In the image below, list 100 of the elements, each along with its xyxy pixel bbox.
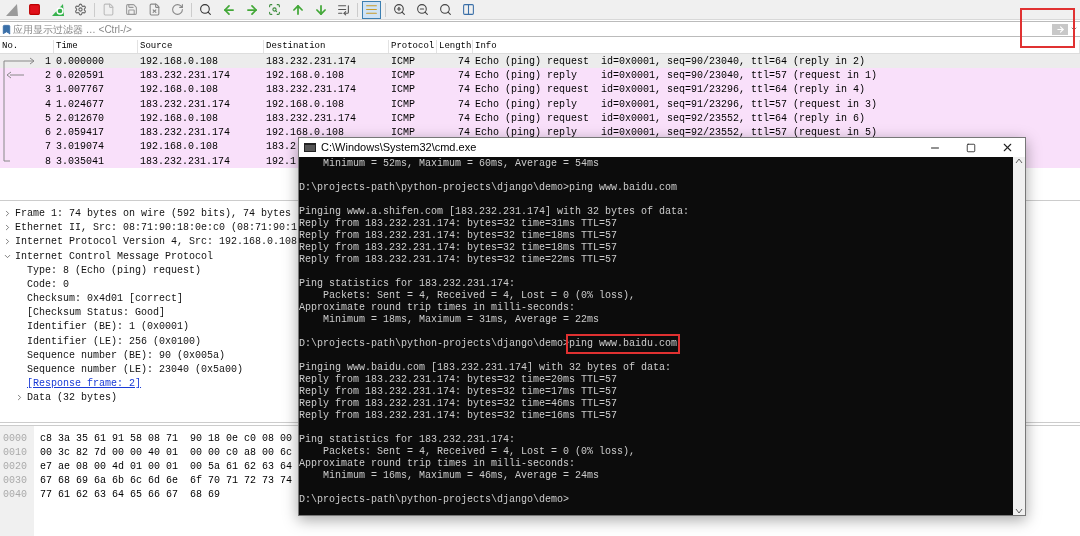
scroll-down-icon[interactable] xyxy=(1015,507,1023,515)
window-title: C:\Windows\System32\cmd.exe xyxy=(321,140,478,156)
console-line: Minimum = 16ms, Maximum = 46ms, Average = 24ms xyxy=(322,470,600,481)
packet-cell-text: Echo (ping) reply id=0x0001, seq=92/23552, ttl=57 (request in 5) xyxy=(475,126,878,141)
packet-cell-text: 74 xyxy=(458,54,470,69)
hex-offset: 0030 xyxy=(3,475,27,487)
console-line: Minimum = 18ms, Maximum = 31ms, Average = 22ms xyxy=(322,314,600,325)
packet-cell-text: ICMP xyxy=(391,126,415,141)
console-line: Approximate round trip times in milli-seconds: xyxy=(299,302,576,313)
packet-cell-text: Echo (ping) request id=0x0001, seq=92/23552, ttl=64 (reply in 6) xyxy=(475,111,866,126)
annotation-box xyxy=(1020,8,1075,48)
console-line: Reply from 183.232.231.174: bytes=32 time=46ms TTL=57 xyxy=(299,398,618,409)
packet-cell-text: 2 xyxy=(45,68,51,83)
console-line: Reply from 183.232.231.174: bytes=32 time=17ms TTL=57 xyxy=(299,386,618,397)
packet-cell-text: 74 xyxy=(458,68,470,83)
detail-line: Internet Control Message Protocol xyxy=(15,249,214,264)
packet-cell-text: ICMP xyxy=(391,68,415,83)
column-header[interactable]: Protocol xyxy=(391,39,435,54)
detail-line: [Checksum Status: Good] xyxy=(27,306,166,321)
packet-cell-text: 183.232.231.174 xyxy=(140,97,230,112)
console-line: Pinging www.a.shifen.com [183.232.231.174] with 32 bytes of data: xyxy=(299,206,690,217)
detail-line: Sequence number (LE): 23040 (0x5a00) xyxy=(27,363,244,378)
packet-cell-text: 192.168.0.108 xyxy=(266,68,344,83)
packet-cell-text: 7 xyxy=(45,140,51,155)
column-header[interactable]: Info xyxy=(475,39,497,54)
packet-row[interactable]: 2 0.020591 183.232.231.174 192.168.0.108 ICMP 74 Echo (ping) reply id=0x0001, seq=90/23040, ttl=57 (request in 1) xyxy=(0,68,1080,83)
packet-cell-text: Echo (ping) reply id=0x0001, seq=90/23040, ttl=57 (request in 1) xyxy=(475,68,878,83)
packet-cell-text: 183.232.231.174 xyxy=(140,68,230,83)
packet-cell-text: 183.2 xyxy=(266,140,296,155)
hex-bytes: e7 ae 08 00 4d 01 00 01 00 5a 61 62 63 64 xyxy=(40,461,293,473)
command-prompt: D:\projects-path\python-projects\django\demo> xyxy=(299,494,570,506)
packet-cell-text: 192.168.0.108 xyxy=(140,111,218,126)
response-frame-link[interactable]: [Response frame: 2] xyxy=(27,376,142,392)
expand-caret-icon[interactable] xyxy=(3,237,12,247)
hex-bytes: 00 3c 82 7d 00 00 40 01 00 00 c0 a8 00 6c xyxy=(40,447,293,459)
console-line: Minimum = 52ms, Maximum = 60ms, Average = 54ms xyxy=(322,158,600,169)
hex-bytes: 67 68 69 6a 6b 6c 6d 6e 6f 70 71 72 73 74 xyxy=(40,475,293,487)
packet-cell-text: 3.035041 xyxy=(56,154,104,169)
hex-bytes: 77 61 62 63 64 65 66 67 68 69 xyxy=(40,489,221,501)
packet-cell-text: 2.012670 xyxy=(56,111,104,126)
packet-cell-text: 74 xyxy=(458,83,470,98)
console-line: Ping statistics for 183.232.231.174: xyxy=(299,278,516,289)
column-header[interactable]: Source xyxy=(140,39,173,54)
hex-offset: 0000 xyxy=(3,433,27,445)
detail-line: Identifier (LE): 256 (0x0100) xyxy=(27,334,202,349)
hex-offset: 0020 xyxy=(3,461,27,473)
detail-line: Data (32 bytes) xyxy=(27,391,117,406)
packet-row[interactable]: 6 2.059417 183.232.231.174 192.168.0.108 ICMP 74 Echo (ping) reply id=0x0001, seq=92/23552, ttl=57 (request in 5) xyxy=(0,125,1080,140)
detail-line: Checksum: 0x4d01 [correct] xyxy=(27,292,184,307)
packet-row[interactable]: 1 0.000000 192.168.0.108 183.232.231.174 ICMP 74 Echo (ping) request id=0x0001, seq=90/23040, ttl=64 (reply in 2) xyxy=(0,54,1080,69)
expand-caret-icon[interactable] xyxy=(3,208,12,218)
console-line: Ping statistics for 183.232.231.174: xyxy=(299,434,516,445)
packet-cell-text: 74 xyxy=(458,97,470,112)
expand-caret-icon[interactable] xyxy=(15,393,24,403)
packet-cell-text: 183.232.231.174 xyxy=(266,54,356,69)
console-line: Pinging www.baidu.com [183.232.231.174] with 32 bytes of data: xyxy=(299,362,672,373)
packet-cell-text: 183.232.231.174 xyxy=(266,83,356,98)
column-header[interactable]: Destination xyxy=(266,39,326,54)
packet-cell-text: 3.019074 xyxy=(56,140,104,155)
console-line: Approximate round trip times in milli-seconds: xyxy=(299,458,576,469)
console-line: Reply from 183.232.231.174: bytes=32 time=18ms TTL=57 xyxy=(299,230,618,241)
packet-cell-text: 1.007767 xyxy=(56,83,104,98)
scroll-up-icon[interactable] xyxy=(1015,157,1023,165)
detail-line: Ethernet II, Src: 08:71:90:18:0e:c0 (08:71:90:1 xyxy=(15,221,298,236)
column-header[interactable]: Length xyxy=(439,39,472,54)
packet-cell-text: 74 xyxy=(458,126,470,141)
console-line: Reply from 183.232.231.174: bytes=32 time=16ms TTL=57 xyxy=(299,410,618,421)
packet-cell-text: 192.1 xyxy=(266,154,296,169)
detail-line: Frame 1: 74 bytes on wire (592 bits), 74 bytes xyxy=(15,206,292,221)
column-header[interactable]: No. xyxy=(2,39,19,54)
packet-row[interactable]: 8 3.035041 183.232.231.174 192.1 xyxy=(0,154,298,169)
packet-cell-text: 183.232.231.174 xyxy=(140,154,230,169)
hex-offset: 0010 xyxy=(3,447,27,459)
console-line: Packets: Sent = 4, Received = 4, Lost = 0 (0% loss), xyxy=(322,446,636,457)
packet-cell-text: ICMP xyxy=(391,97,415,112)
packet-cell-text: 5 xyxy=(45,111,51,126)
packet-row[interactable]: 5 2.012670 192.168.0.108 183.232.231.174 ICMP 74 Echo (ping) request id=0x0001, seq=92/23552, ttl=64 (reply in 6) xyxy=(0,111,1080,126)
column-header[interactable]: Time xyxy=(56,39,78,54)
packet-cell-text: ICMP xyxy=(391,111,415,126)
scrollbar[interactable] xyxy=(1013,157,1025,515)
packet-cell-text: ICMP xyxy=(391,83,415,98)
packet-cell-text: Echo (ping) request id=0x0001, seq=91/23296, ttl=64 (reply in 4) xyxy=(475,83,866,98)
packet-cell-text: 3 xyxy=(45,83,51,98)
hex-offset: 0040 xyxy=(3,489,27,501)
packet-cell-text: 192.168.0.108 xyxy=(266,97,344,112)
maximize-icon xyxy=(966,142,976,153)
packet-cell-text: 183.232.231.174 xyxy=(140,126,230,141)
bookmark-icon[interactable] xyxy=(1,23,12,35)
expand-caret-icon[interactable] xyxy=(3,223,12,233)
console-line: Reply from 183.232.231.174: bytes=32 time=18ms TTL=57 xyxy=(299,242,618,253)
packet-cell-text: 183.232.231.174 xyxy=(266,111,356,126)
colorize-icon[interactable] xyxy=(362,0,381,19)
detail-line: Type: 8 (Echo (ping) request) xyxy=(27,263,202,278)
packet-cell-text: 8 xyxy=(45,154,51,169)
detail-line: Internet Protocol Version 4, Src: 192.168.0.108 xyxy=(15,235,298,250)
console-line: Reply from 183.232.231.174: bytes=32 time=20ms TTL=57 xyxy=(299,374,618,385)
packet-cell-text: 1 xyxy=(45,54,51,69)
packet-cell-text: 192.168.0.108 xyxy=(140,83,218,98)
detail-line: Sequence number (BE): 90 (0x005a) xyxy=(27,348,226,363)
packet-cell-text: 2.059417 xyxy=(56,126,104,141)
